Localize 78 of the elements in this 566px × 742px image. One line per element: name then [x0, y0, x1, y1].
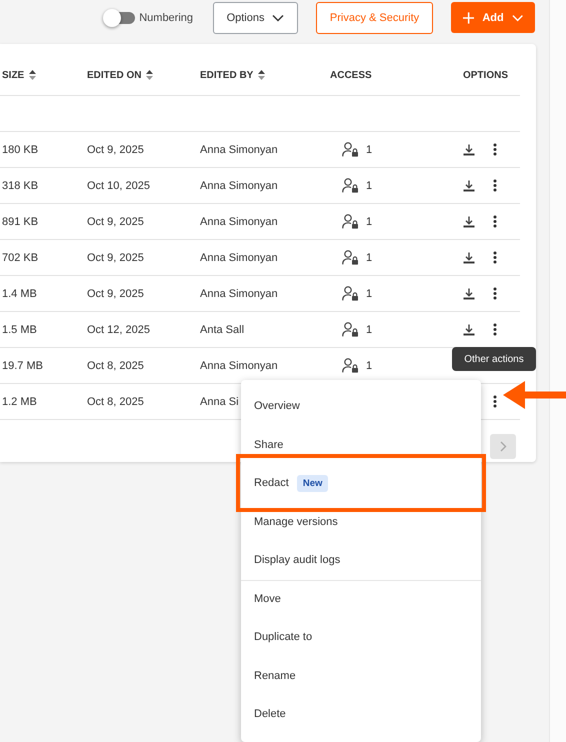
- table-cell: Oct 8, 2025: [87, 396, 144, 408]
- table-cell: 702 KB: [2, 252, 38, 264]
- table-cell: Anta Sall: [200, 324, 244, 336]
- access-count: 1: [366, 216, 372, 228]
- user-lock-icon: [342, 286, 359, 301]
- access-count: 1: [366, 180, 372, 192]
- sort-icon[interactable]: [146, 70, 154, 80]
- download-icon[interactable]: [463, 216, 475, 228]
- table-cell: Oct 9, 2025: [87, 288, 144, 300]
- download-icon[interactable]: [463, 180, 475, 192]
- table-cell: Anna Simonyan: [200, 252, 278, 264]
- more-icon[interactable]: [493, 287, 497, 300]
- plus-icon: [463, 12, 474, 24]
- menu-item[interactable]: Manage versions: [254, 516, 338, 528]
- table-cell: 891 KB: [2, 216, 38, 228]
- chevron-down-icon: [272, 14, 284, 22]
- options-column-header: OPTIONS: [462, 70, 508, 80]
- user-lock-icon: [342, 358, 359, 373]
- menu-item[interactable]: Redact: [254, 477, 289, 490]
- download-icon[interactable]: [463, 144, 475, 156]
- more-icon[interactable]: [493, 143, 497, 156]
- menu-item[interactable]: Delete: [254, 708, 286, 720]
- download-icon[interactable]: [463, 288, 475, 300]
- edited-on-column-header[interactable]: EDITED ON: [87, 70, 142, 80]
- chevron-down-icon: [512, 14, 524, 22]
- table-cell: Anna Simonyan: [200, 180, 278, 192]
- sort-icon[interactable]: [258, 70, 266, 80]
- new-badge: New: [296, 474, 328, 492]
- table-cell: Anna Simonyan: [200, 216, 278, 228]
- user-lock-icon: [342, 250, 359, 265]
- table-cell: Oct 12, 2025: [87, 324, 150, 336]
- table-cell: Anna Simonyan: [200, 360, 278, 372]
- table-cell: 1.2 MB: [2, 396, 37, 408]
- sort-icon[interactable]: [29, 70, 36, 80]
- table-cell: 19.7 MB: [2, 360, 43, 372]
- pointer-arrow: [503, 379, 566, 411]
- more-icon[interactable]: [493, 215, 497, 228]
- access-column-header: ACCESS: [330, 70, 372, 80]
- access-count: 1: [366, 252, 372, 264]
- options-button[interactable]: Options: [213, 2, 298, 34]
- access-count: 1: [366, 360, 372, 372]
- menu-item[interactable]: Move: [254, 592, 281, 605]
- tooltip: Other actions: [452, 347, 536, 371]
- chevron-right-icon: [500, 441, 506, 452]
- size-column-header[interactable]: SIZE: [2, 70, 24, 80]
- table-cell: 1.4 MB: [2, 288, 37, 300]
- user-lock-icon: [342, 142, 359, 157]
- menu-item[interactable]: Display audit logs: [254, 554, 340, 566]
- numbering-toggle[interactable]: [105, 12, 136, 24]
- download-icon[interactable]: [463, 252, 475, 264]
- table-cell: 180 KB: [2, 144, 38, 156]
- edited-by-column-header[interactable]: EDITED BY: [200, 70, 254, 80]
- table-cell: 1.5 MB: [2, 324, 37, 336]
- table-cell: Oct 8, 2025: [87, 360, 144, 372]
- user-lock-icon: [342, 322, 359, 337]
- access-count: 1: [366, 288, 372, 300]
- user-lock-icon: [342, 214, 359, 229]
- table-cell: Anna Simonyan: [200, 288, 278, 300]
- download-icon[interactable]: [463, 324, 475, 336]
- more-icon[interactable]: [493, 395, 497, 408]
- menu-item[interactable]: Rename: [254, 670, 296, 682]
- table-cell: 318 KB: [2, 180, 38, 192]
- menu-item[interactable]: Overview: [254, 400, 300, 412]
- access-count: 1: [366, 324, 372, 336]
- numbering-label: Numbering: [139, 12, 194, 24]
- access-count: 1: [366, 144, 372, 156]
- more-icon[interactable]: [493, 251, 497, 264]
- table-cell: Oct 9, 2025: [87, 252, 144, 264]
- table-cell: Oct 10, 2025: [87, 180, 150, 192]
- table-cell: Anna Simonyan: [200, 144, 278, 156]
- table-cell: Oct 9, 2025: [87, 216, 144, 228]
- user-lock-icon: [342, 178, 359, 193]
- more-icon[interactable]: [493, 323, 497, 336]
- table-cell: Anna Si: [200, 396, 239, 408]
- more-icon[interactable]: [493, 179, 497, 192]
- menu-item[interactable]: Share: [254, 438, 284, 451]
- menu-item[interactable]: Duplicate to: [254, 631, 312, 644]
- table-cell: Oct 9, 2025: [87, 144, 144, 156]
